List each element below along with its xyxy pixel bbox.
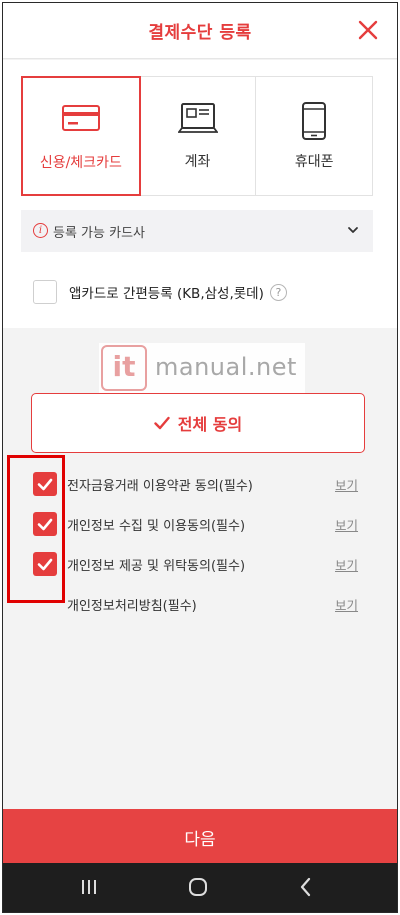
watermark-text: manual.net bbox=[155, 353, 297, 381]
agree-all-label: 전체 동의 bbox=[177, 415, 243, 434]
checkmark-icon bbox=[154, 416, 170, 430]
term-view-link[interactable]: 보기 bbox=[335, 555, 358, 574]
tab-label: 신용/체크카드 bbox=[39, 155, 122, 171]
next-button[interactable]: 다음 bbox=[3, 809, 397, 863]
term-label: 개인정보처리방침(필수) bbox=[67, 599, 197, 614]
app-card-option: 앱카드로 간편등록 (KB,삼성,롯데) ? bbox=[33, 280, 287, 304]
term-row: 개인정보 제공 및 위탁동의(필수) 보기 bbox=[3, 547, 397, 587]
term-checkbox[interactable] bbox=[33, 472, 57, 496]
term-view-link[interactable]: 보기 bbox=[335, 595, 358, 614]
app-card-checkbox[interactable] bbox=[33, 280, 57, 304]
app-card-label: 앱카드로 간편등록 (KB,삼성,롯데) bbox=[69, 286, 264, 302]
page-title: 결제수단 등록 bbox=[148, 23, 252, 43]
payment-tabs: 신용/체크카드 계좌 휴대폰 bbox=[21, 76, 373, 196]
card-issuers-dropdown[interactable]: i 등록 가능 카드사 bbox=[21, 210, 373, 252]
tab-mobile-phone[interactable]: 휴대폰 bbox=[256, 77, 372, 195]
back-icon[interactable] bbox=[296, 877, 316, 897]
credit-card-icon bbox=[61, 105, 100, 131]
app-frame: 결제수단 등록 신용/체크카드 계좌 휴대폰 i 등록 가능 카드사 앱카드로 … bbox=[2, 2, 398, 913]
term-label: 개인정보 수집 및 이용동의(필수) bbox=[67, 519, 246, 534]
bank-account-icon bbox=[177, 103, 218, 133]
checkmark-icon bbox=[37, 558, 53, 571]
term-row: 개인정보 수집 및 이용동의(필수) 보기 bbox=[3, 507, 397, 547]
next-label: 다음 bbox=[184, 830, 216, 850]
checkmark-icon bbox=[37, 518, 53, 531]
agree-all-button[interactable]: 전체 동의 bbox=[31, 393, 365, 453]
home-icon[interactable] bbox=[188, 877, 208, 897]
term-checkbox[interactable] bbox=[33, 552, 57, 576]
close-icon[interactable] bbox=[357, 19, 379, 41]
tab-bank-account[interactable]: 계좌 bbox=[140, 77, 257, 195]
mobile-phone-icon bbox=[302, 102, 327, 140]
system-navbar bbox=[3, 863, 397, 912]
term-row: 개인정보처리방침(필수) 보기 bbox=[3, 587, 397, 627]
header: 결제수단 등록 bbox=[3, 3, 397, 59]
watermark-logo: it manual.net bbox=[99, 343, 305, 393]
checkmark-icon bbox=[37, 478, 53, 491]
help-icon[interactable]: ? bbox=[269, 283, 287, 301]
watermark-logo-mark: it bbox=[101, 345, 147, 391]
tab-credit-card[interactable]: 신용/체크카드 bbox=[21, 76, 141, 196]
dropdown-label: 등록 가능 카드사 bbox=[53, 226, 145, 241]
terms-list: 전자금융거래 이용약관 동의(필수) 보기 개인정보 수집 및 이용동의(필수)… bbox=[3, 467, 397, 627]
tab-label: 계좌 bbox=[184, 154, 211, 170]
info-icon: i bbox=[33, 223, 48, 238]
term-view-link[interactable]: 보기 bbox=[335, 515, 358, 534]
payment-method-panel: 신용/체크카드 계좌 휴대폰 i 등록 가능 카드사 앱카드로 간편등록 (KB… bbox=[3, 60, 397, 328]
term-label: 전자금융거래 이용약관 동의(필수) bbox=[67, 479, 253, 494]
tab-label: 휴대폰 bbox=[294, 154, 334, 170]
term-label: 개인정보 제공 및 위탁동의(필수) bbox=[67, 559, 246, 574]
term-checkbox[interactable] bbox=[33, 512, 57, 536]
term-view-link[interactable]: 보기 bbox=[335, 475, 358, 494]
term-row: 전자금융거래 이용약관 동의(필수) 보기 bbox=[3, 467, 397, 507]
chevron-down-icon bbox=[348, 227, 358, 233]
recent-apps-icon[interactable] bbox=[79, 877, 99, 897]
